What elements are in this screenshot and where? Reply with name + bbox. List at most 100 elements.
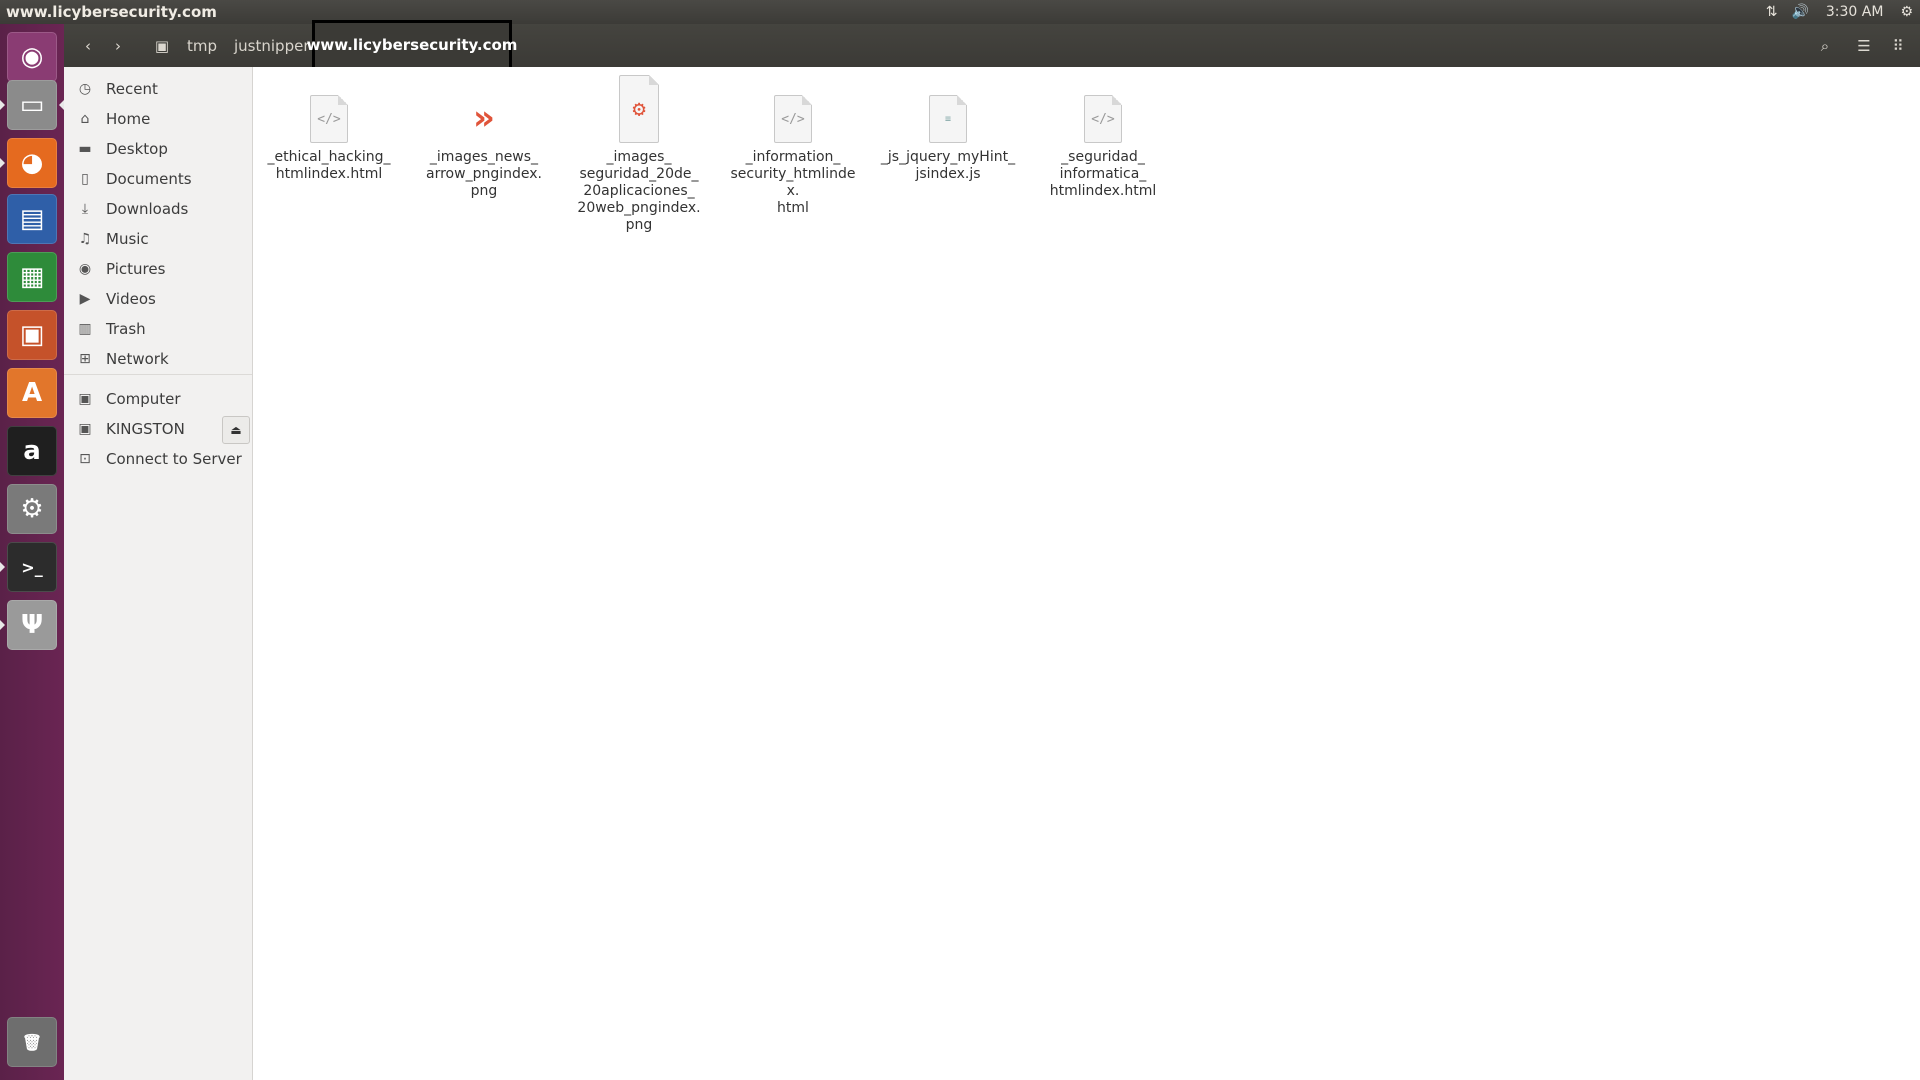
running-indicator — [0, 158, 5, 168]
trash-launcher-icon[interactable]: 🗑 — [7, 1017, 57, 1067]
terminal-icon[interactable]: >_ — [7, 542, 57, 592]
connect-to-server-icon: ⊡ — [79, 451, 91, 467]
grid-view-icon: ⠿ — [1892, 36, 1904, 55]
places-sidebar: ◷ Recent ⌂ Home ▬ Desktop ▯ Documents ⤓ Downloads… — [64, 67, 253, 1080]
drive-icon: ▣ — [154, 36, 170, 55]
sidebar-item-computer[interactable]: ▣ Computer — [64, 385, 252, 413]
firefox-icon[interactable]: ◕ — [7, 138, 57, 188]
sidebar-item-label: Downloads — [106, 200, 189, 218]
sidebar-item-recent[interactable]: ◷ Recent — [64, 75, 252, 103]
sidebar-item-documents[interactable]: ▯ Documents — [64, 165, 252, 193]
file-item[interactable]: </> _seguridad_ informatica_ htmlindex.ht… — [1035, 95, 1171, 200]
sidebar-item-downloads[interactable]: ⤓ Downloads — [64, 195, 252, 223]
file-name: _seguridad_ informatica_ htmlindex.html — [1049, 149, 1157, 199]
sidebar-item-trash[interactable]: ▥ Trash — [64, 315, 252, 343]
sidebar-item-label: Documents — [106, 170, 192, 188]
sidebar-item-label: KINGSTON — [106, 420, 185, 438]
file-name: _ethical_hacking_ htmlindex.html — [267, 149, 391, 182]
sidebar-item-network[interactable]: ⊞ Network — [64, 345, 252, 373]
music-icon: ♫ — [78, 231, 92, 247]
sidebar-item-label: Connect to Server — [106, 450, 242, 468]
sidebar-item-connect-to-server[interactable]: ⊡ Connect to Server — [64, 445, 252, 473]
software-center-icon[interactable]: A — [7, 368, 57, 418]
amazon-icon[interactable]: a — [7, 426, 57, 476]
launcher: ◉ ▭ ◕ ▤ ▦ ▣ Aa ⚙ >_ Ψ 🗑 — [0, 24, 64, 1080]
documents-icon: ▯ — [81, 171, 89, 187]
file-name: _information_ security_htmlindex. html — [730, 149, 856, 216]
indicator-area: ⇅ 🔊 3:30 AM ⚙ — [1759, 0, 1920, 24]
sidebar-item-label: Pictures — [106, 260, 166, 278]
breadcrumb-tmp[interactable]: tmp — [181, 31, 223, 60]
sidebar-item-label: Recent — [106, 80, 158, 98]
running-indicator — [0, 620, 5, 630]
file-name: _js_jquery_myHint_ jsindex.js — [880, 149, 1016, 182]
file-view: </> _ethical_hacking_ htmlindex.html » _ima… — [253, 67, 1920, 1080]
sidebar-divider — [64, 374, 252, 375]
pictures-icon: ◉ — [78, 261, 92, 277]
window-title: www.licybersecurity.com — [6, 3, 217, 21]
file-item[interactable]: </> _ethical_hacking_ htmlindex.html — [261, 95, 397, 183]
system-settings-icon[interactable]: ⚙ — [7, 484, 57, 534]
search-icon: ⌕ — [1820, 36, 1830, 55]
back-button[interactable]: ‹ — [74, 31, 102, 60]
breadcrumb-root-button[interactable]: ▣ — [148, 31, 176, 60]
home-icon: ⌂ — [80, 111, 90, 127]
top-panel: www.licybersecurity.com ⇅ 🔊 3:30 AM ⚙ — [0, 0, 1920, 24]
forward-button[interactable]: › — [104, 31, 132, 60]
sidebar-item-label: Computer — [106, 390, 181, 408]
network-icon: ⊞ — [79, 351, 91, 367]
image-file-icon: » — [473, 98, 495, 138]
sidebar-item-label: Desktop — [106, 140, 168, 158]
libreoffice-impress-icon[interactable]: ▣ — [7, 310, 57, 360]
trash-icon: ▥ — [78, 321, 92, 337]
file-item[interactable]: </> _information_ security_htmlindex. htm… — [725, 95, 861, 217]
sidebar-item-videos[interactable]: ▶ Videos — [64, 285, 252, 313]
html-file-icon: </> — [1083, 95, 1123, 145]
sidebar-item-label: Network — [106, 350, 169, 368]
ubuntu-dash-icon[interactable]: ◉ — [7, 32, 57, 82]
system-menu-gear-icon[interactable]: ⚙ — [1893, 0, 1920, 24]
sidebar-item-pictures[interactable]: ◉ Pictures — [64, 255, 252, 283]
videos-icon: ▶ — [79, 291, 91, 307]
clock[interactable]: 3:30 AM — [1816, 0, 1894, 24]
javascript-file-icon: ≡ — [928, 95, 968, 145]
file-item[interactable]: ⚙ _images_ seguridad_20de_ 20aplicaciones… — [571, 75, 707, 234]
sidebar-item-desktop[interactable]: ▬ Desktop — [64, 135, 252, 163]
html-file-icon: </> — [773, 95, 813, 145]
file-item[interactable]: ≡ _js_jquery_myHint_ jsindex.js — [880, 95, 1016, 183]
sidebar-item-label: Home — [106, 110, 151, 128]
kingston-icon: ▣ — [78, 421, 92, 437]
breadcrumb-justnipper[interactable]: justnipper — [228, 31, 315, 60]
sidebar-item-kingston[interactable]: ▣ KINGSTON ⏏ — [64, 415, 252, 444]
eject-icon[interactable]: ⏏ — [222, 416, 250, 444]
sidebar-item-home[interactable]: ⌂ Home — [64, 105, 252, 133]
running-indicator — [0, 100, 5, 110]
files-app-icon[interactable]: ▭ — [7, 80, 57, 130]
sidebar-item-label: Videos — [106, 290, 156, 308]
file-name: _images_ seguridad_20de_ 20aplicaciones_… — [577, 149, 701, 233]
list-view-icon: ☰ — [1857, 36, 1871, 55]
image-file-icon: ⚙ — [619, 75, 659, 145]
grid-view-button[interactable]: ⠿ — [1882, 31, 1914, 60]
libreoffice-calc-icon[interactable]: ▦ — [7, 252, 57, 302]
network-indicator-icon[interactable]: ⇅ — [1759, 0, 1785, 24]
usb-drive-icon[interactable]: Ψ — [7, 600, 57, 650]
search-button[interactable]: ⌕ — [1809, 31, 1841, 60]
libreoffice-writer-icon[interactable]: ▤ — [7, 194, 57, 244]
computer-icon: ▣ — [78, 391, 92, 407]
file-item[interactable]: » _images_news_ arrow_pngindex. png — [416, 95, 552, 200]
breadcrumb-current[interactable]: www.licybersecurity.com — [307, 20, 517, 70]
downloads-icon: ⤓ — [81, 201, 89, 217]
list-view-button[interactable]: ☰ — [1848, 31, 1880, 60]
sidebar-item-label: Trash — [106, 320, 146, 338]
desktop-icon: ▬ — [78, 141, 92, 157]
file-name: _images_news_ arrow_pngindex. png — [426, 149, 542, 199]
sidebar-item-music[interactable]: ♫ Music — [64, 225, 252, 253]
chevron-left-icon: ‹ — [85, 36, 91, 55]
html-file-icon: </> — [309, 95, 349, 145]
volume-indicator-icon[interactable]: 🔊 — [1784, 0, 1815, 24]
recent-icon: ◷ — [78, 81, 92, 97]
chevron-right-icon: › — [115, 36, 121, 55]
running-indicator — [0, 562, 5, 572]
sidebar-item-label: Music — [106, 230, 149, 248]
